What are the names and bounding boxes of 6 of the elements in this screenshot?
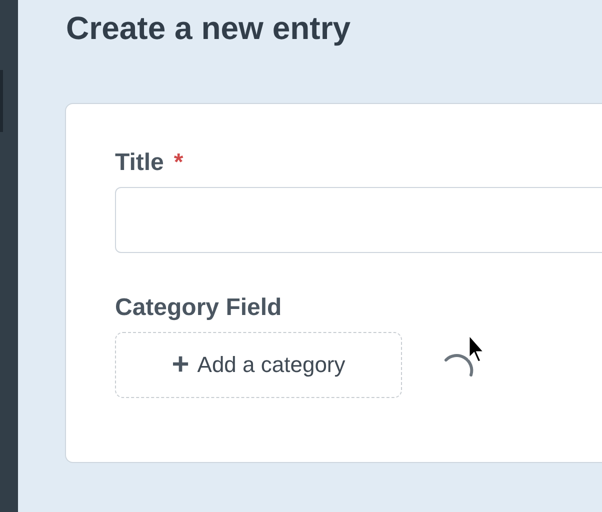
field-label: Category Field xyxy=(115,293,282,323)
text-field[interactable] xyxy=(115,187,602,253)
required-mark: * xyxy=(174,149,184,177)
page-title: Create a new entry xyxy=(66,9,352,48)
field-label: Title xyxy=(115,148,164,178)
add-category-button[interactable]: + Add a category xyxy=(115,332,402,398)
